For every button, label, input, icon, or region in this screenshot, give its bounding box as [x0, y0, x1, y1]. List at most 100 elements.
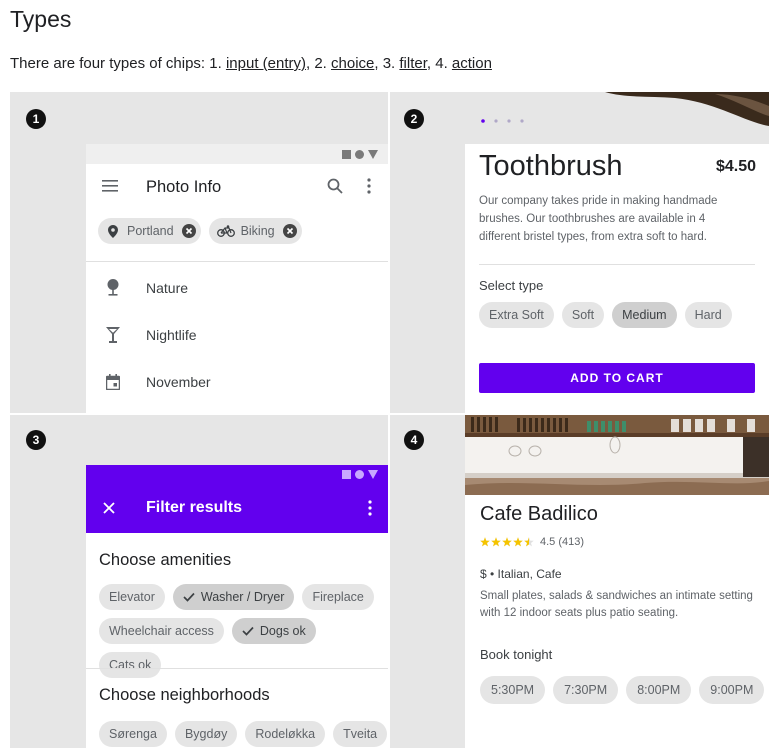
chip-label: Biking	[240, 224, 275, 238]
restaurant-name: Cafe Badilico	[480, 503, 598, 525]
choice-chip-soft[interactable]: Soft	[561, 302, 605, 328]
filter-chip-neighborhood[interactable]: Tveita	[333, 721, 388, 747]
action-chip-time[interactable]: 5:30PM	[480, 676, 546, 704]
action-chip-time[interactable]: 7:30PM	[553, 676, 619, 704]
details-list: Nature Nightlife November	[86, 261, 388, 405]
link-input-entry[interactable]: input (entry)	[226, 55, 306, 72]
panel-action-chips: 4 Cafe Badilico 4.5 (413) $ • Italian, C…	[390, 415, 769, 748]
panel-filter-chips: 3 Filter results Choose amenities Elevat…	[10, 415, 388, 748]
star-icon-filled	[513, 537, 523, 547]
link-choice[interactable]: choice	[331, 55, 374, 72]
choice-chip-medium[interactable]: Medium	[612, 302, 677, 328]
input-chip-row: Portland Biking	[86, 212, 388, 254]
restaurant-description: Small plates, salads & sandwiches an int…	[480, 590, 753, 619]
phone-frame: Filter results Choose amenities Elevator…	[86, 465, 388, 748]
amenities-title: Choose amenities	[99, 551, 232, 569]
signal-icon	[368, 149, 378, 159]
app-title: Filter results	[146, 499, 243, 516]
chip-label: Dogs ok	[259, 624, 306, 638]
filter-chip-group-amenities: Elevator Washer / Dryer Fireplace Wheelc…	[99, 584, 384, 678]
neighborhoods-title: Choose neighborhoods	[99, 686, 270, 704]
filter-chip-fireplace[interactable]: Fireplace	[302, 584, 374, 610]
check-icon	[242, 626, 254, 636]
filter-chip-washer-dryer[interactable]: Washer / Dryer	[172, 584, 295, 610]
bike-icon	[216, 225, 235, 237]
toothbrush-image	[481, 92, 769, 126]
chip-remove-icon[interactable]	[181, 224, 196, 238]
filter-chip-group-neighborhoods: Sørenga Bygdøy Rodeløkka Tveita	[99, 721, 388, 747]
menu-icon[interactable]	[102, 180, 118, 192]
input-chip-biking[interactable]: Biking	[208, 218, 302, 244]
list-item[interactable]: November	[86, 358, 388, 405]
page-title: Types	[10, 6, 72, 32]
link-action[interactable]: action	[452, 55, 492, 72]
divider	[479, 264, 755, 265]
list-item-label: November	[146, 373, 211, 390]
filter-chip-neighborhood[interactable]: Rodeløkka	[245, 721, 326, 747]
product-title: Toothbrush	[479, 150, 623, 182]
location-pin-icon	[108, 224, 118, 238]
filter-chip-neighborhood[interactable]: Bygdøy	[174, 721, 238, 747]
chip-label: Washer / Dryer	[200, 590, 285, 604]
action-chip-time[interactable]: 8:00PM	[626, 676, 692, 704]
rating-text: 4.5 (413)	[540, 536, 585, 548]
choice-chip-group: Extra Soft Soft Medium Hard	[479, 302, 732, 328]
list-item[interactable]: Nightlife	[86, 311, 388, 358]
chip-remove-icon[interactable]	[282, 224, 297, 238]
product-description: Our company takes pride in making handma…	[479, 195, 718, 243]
status-bar	[86, 144, 388, 164]
chip-label: Portland	[127, 224, 174, 238]
product-image	[465, 92, 769, 144]
rating-row: 4.5 (413)	[480, 536, 584, 548]
star-icon-filled	[480, 537, 490, 547]
status-bar	[86, 465, 388, 483]
action-chip-group: 5:30PM 7:30PM 8:00PM 9:00PM	[480, 676, 765, 704]
choice-chip-extra-soft[interactable]: Extra Soft	[479, 302, 554, 328]
select-type-label: Select type	[479, 278, 544, 293]
input-chip-portland[interactable]: Portland	[98, 218, 201, 244]
panel-number-badge: 2	[404, 109, 424, 129]
panel-number-badge: 3	[26, 430, 46, 450]
price-cuisine: $ • Italian, Cafe	[480, 567, 562, 581]
divider	[86, 668, 388, 669]
intro-separator: , 3.	[374, 55, 400, 72]
star-icon-filled	[491, 537, 501, 547]
cafe-photo	[465, 415, 769, 495]
more-vert-icon[interactable]	[368, 500, 372, 516]
tree-icon	[107, 279, 119, 296]
check-icon	[183, 592, 195, 602]
filter-chip-neighborhood[interactable]: Sørenga	[99, 721, 167, 747]
wifi-icon	[355, 469, 364, 479]
app-title: Photo Info	[146, 178, 222, 196]
star-icon-filled	[502, 537, 512, 547]
search-icon[interactable]	[327, 178, 343, 194]
signal-icon	[368, 469, 378, 479]
panel-number-badge: 4	[404, 430, 424, 450]
add-to-cart-button[interactable]: ADD TO CART	[479, 363, 755, 393]
list-item-label: Nightlife	[146, 326, 197, 343]
intro-text: There are four types of chips: 1. input …	[10, 55, 492, 72]
filter-chip-wheelchair-access[interactable]: Wheelchair access	[99, 618, 224, 644]
app-bar: Filter results	[86, 483, 388, 533]
filter-chip-elevator[interactable]: Elevator	[99, 584, 165, 610]
panel-input-chips: 1 Photo Info Portland Biking Nature Nigh…	[10, 92, 388, 413]
more-vert-icon[interactable]	[367, 178, 371, 194]
app-bar: Photo Info	[86, 164, 388, 212]
product-price: $4.50	[715, 158, 756, 175]
filter-chip-dogs-ok[interactable]: Dogs ok	[231, 618, 316, 644]
panel-number-badge: 1	[26, 109, 46, 129]
close-icon[interactable]	[103, 502, 115, 514]
list-item[interactable]: Nature	[86, 264, 388, 311]
list-item-label: Nature	[146, 279, 189, 296]
panel-choice-chips: 2 Toothbrush $4.50 Our company takes pri…	[390, 92, 769, 413]
link-filter[interactable]: filter	[399, 55, 427, 72]
choice-chip-hard[interactable]: Hard	[684, 302, 732, 328]
chip-types-grid: 1 Photo Info Portland Biking Nature Nigh…	[10, 92, 769, 748]
calendar-icon	[106, 373, 120, 390]
action-chip-time[interactable]: 9:00PM	[699, 676, 765, 704]
phone-frame: Photo Info Portland Biking Nature Nightl…	[86, 144, 388, 413]
battery-icon	[342, 469, 351, 479]
star-rating	[480, 537, 534, 547]
filter-chip-cats-ok[interactable]: Cats ok	[99, 652, 162, 678]
book-tonight-label: Book tonight	[480, 647, 553, 662]
